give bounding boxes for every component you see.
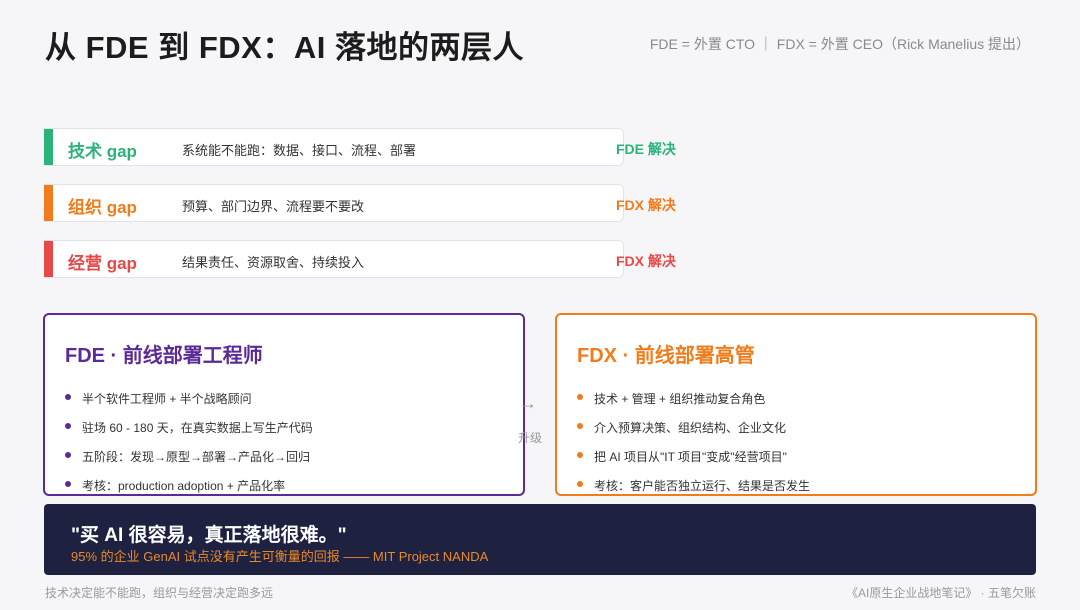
gap-desc: 结果责任、资源取舍、持续投入: [182, 255, 365, 270]
bullet-icon: [577, 394, 583, 400]
gap-name: 技术 gap: [68, 142, 137, 161]
list-item: 技术 + 管理 + 组织推动复合角色: [577, 391, 810, 420]
list-item-text: 介入预算决策、组织结构、企业文化: [594, 421, 787, 435]
list-item: 考核：production adoption + 产品化率: [65, 478, 313, 507]
bullet-icon: [577, 481, 583, 487]
bullet-icon: [65, 423, 71, 429]
gap-row-business: 经营 gap 结果责任、资源取舍、持续投入 FDX 解决: [44, 240, 676, 278]
page-title: 从 FDE 到 FDX：AI 落地的两层人: [45, 30, 524, 65]
gap-desc: 预算、部门边界、流程要不要改: [182, 199, 365, 214]
footer-credit: 《AI原生企业战地笔记》 · 五笔欠账: [845, 586, 1036, 600]
fde-card-title: FDE · 前线部署工程师: [65, 345, 263, 367]
gap-desc: 系统能不能跑：数据、接口、流程、部署: [182, 143, 417, 158]
gap-accent-bar: [44, 185, 53, 221]
list-item: 介入预算决策、组织结构、企业文化: [577, 420, 810, 449]
fdx-list: 技术 + 管理 + 组织推动复合角色 介入预算决策、组织结构、企业文化 把 AI…: [577, 391, 810, 507]
list-item-text: 技术 + 管理 + 组织推动复合角色: [594, 392, 766, 406]
quote-text: "买 AI 很容易，真正落地很难。": [71, 525, 347, 546]
list-item-text: 考核：客户能否独立运行、结果是否发生: [594, 479, 811, 493]
fde-list: 半个软件工程师 + 半个战略顾问 驻场 60 - 180 天，在真实数据上写生产…: [65, 391, 313, 507]
list-item: 驻场 60 - 180 天，在真实数据上写生产代码: [65, 420, 313, 449]
bullet-icon: [65, 481, 71, 487]
fdx-card: FDX · 前线部署高管 技术 + 管理 + 组织推动复合角色 介入预算决策、组…: [555, 313, 1037, 496]
list-item: 半个软件工程师 + 半个战略顾问: [65, 391, 313, 420]
gap-name: 经营 gap: [68, 254, 137, 273]
gap-solver: FDX 解决: [616, 197, 676, 213]
upgrade-label: 升级: [518, 431, 543, 445]
list-item: 考核：客户能否独立运行、结果是否发生: [577, 478, 810, 507]
bullet-icon: [577, 452, 583, 458]
page-subtitle: FDE = 外置 CTO ｜ FDX = 外置 CEO（Rick Maneliu…: [649, 36, 1030, 52]
list-item: 把 AI 项目从"IT 项目"变成"经营项目": [577, 449, 810, 478]
list-item-text: 把 AI 项目从"IT 项目"变成"经营项目": [594, 450, 787, 464]
gap-name: 组织 gap: [68, 198, 137, 217]
quote-source: 95% 的企业 GenAI 试点没有产生可衡量的回报 —— MIT Projec…: [71, 549, 489, 564]
gap-row-org: 组织 gap 预算、部门边界、流程要不要改 FDX 解决: [44, 184, 676, 222]
fdx-card-title: FDX · 前线部署高管: [577, 345, 755, 367]
arrow-right-icon: →: [519, 393, 537, 413]
fde-card: FDE · 前线部署工程师 半个软件工程师 + 半个战略顾问 驻场 60 - 1…: [43, 313, 525, 496]
bullet-icon: [577, 423, 583, 429]
list-item-text: 考核：production adoption + 产品化率: [82, 479, 286, 493]
gap-accent-bar: [44, 129, 53, 165]
footer-caption: 技术决定能不能跑，组织与经营决定跑多远: [45, 586, 274, 600]
list-item-text: 五阶段：发现→原型→部署→产品化→回归: [82, 450, 311, 464]
gap-accent-bar: [44, 241, 53, 277]
list-item: 五阶段：发现→原型→部署→产品化→回归: [65, 449, 313, 478]
quote-box: "买 AI 很容易，真正落地很难。" 95% 的企业 GenAI 试点没有产生可…: [44, 504, 1036, 575]
gap-solver: FDX 解决: [616, 253, 676, 269]
gap-solver: FDE 解决: [616, 141, 676, 157]
gap-row-tech: 技术 gap 系统能不能跑：数据、接口、流程、部署 FDE 解决: [44, 128, 676, 166]
list-item-text: 半个软件工程师 + 半个战略顾问: [82, 392, 252, 406]
list-item-text: 驻场 60 - 180 天，在真实数据上写生产代码: [82, 421, 313, 435]
bullet-icon: [65, 394, 71, 400]
bullet-icon: [65, 452, 71, 458]
